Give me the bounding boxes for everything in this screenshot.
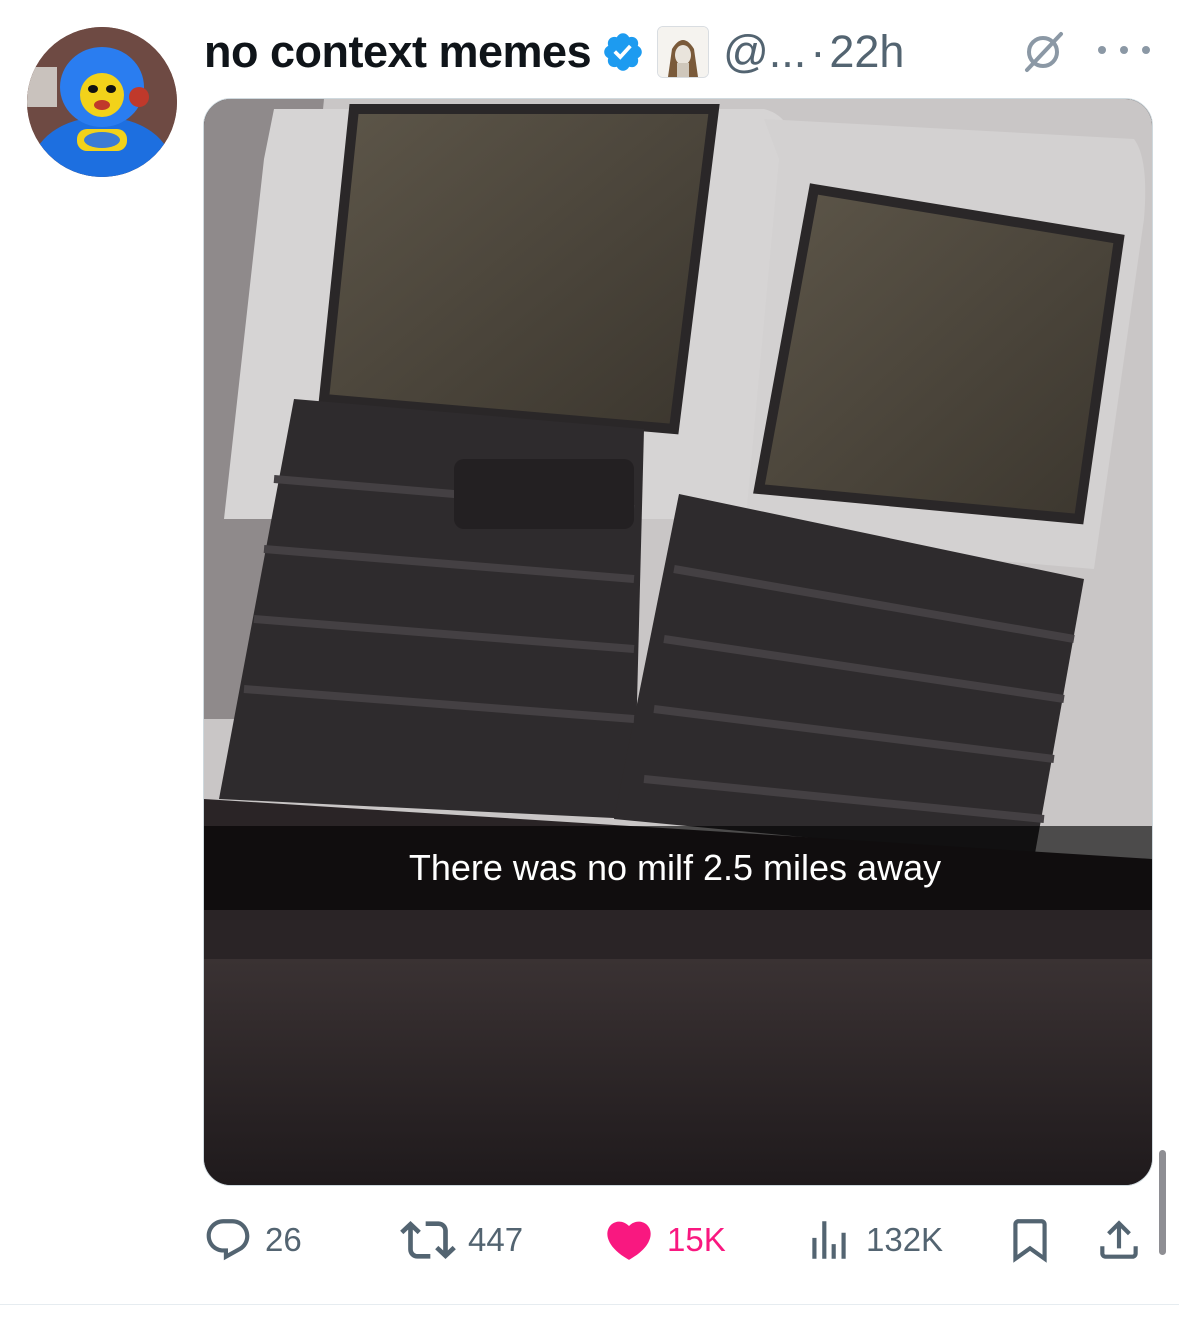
share-button[interactable]: [1094, 1200, 1144, 1280]
post-time[interactable]: 22h: [829, 26, 904, 78]
like-count: 15K: [667, 1221, 726, 1258]
bookmark-icon: [1013, 1219, 1047, 1263]
reply-button[interactable]: 26: [203, 1200, 302, 1280]
affiliate-badge-icon[interactable]: [657, 26, 710, 78]
tweet-header: no context memes @... · 22h: [204, 22, 904, 82]
verified-badge-icon[interactable]: [601, 30, 645, 74]
bookmark-button[interactable]: [1005, 1200, 1055, 1280]
repost-icon: [400, 1221, 456, 1259]
scrollbar[interactable]: [1159, 1150, 1166, 1255]
author-name[interactable]: no context memes: [204, 26, 592, 78]
reply-icon: [206, 1219, 250, 1261]
like-icon: [607, 1221, 651, 1260]
view-count: 132K: [866, 1221, 944, 1258]
avatar[interactable]: [27, 27, 177, 177]
views-button[interactable]: 132K: [804, 1200, 943, 1280]
more-icon[interactable]: [1098, 30, 1150, 70]
reply-count: 26: [265, 1221, 302, 1258]
image-caption: There was no milf 2.5 miles away: [408, 847, 942, 888]
share-icon: [1100, 1220, 1138, 1259]
views-icon: [812, 1221, 846, 1259]
author-handle[interactable]: @...: [723, 26, 806, 78]
repost-button[interactable]: 447: [400, 1200, 523, 1280]
post-image[interactable]: There was no milf 2.5 miles away: [203, 98, 1153, 1186]
action-bar: 26 447 15K 132K: [0, 1200, 1179, 1280]
grok-icon[interactable]: [1018, 27, 1068, 77]
divider: [0, 1304, 1179, 1305]
like-button[interactable]: 15K: [603, 1200, 726, 1280]
separator-dot: ·: [810, 26, 826, 77]
repost-count: 447: [468, 1221, 524, 1258]
caption-bar: There was no milf 2.5 miles away: [204, 826, 1152, 910]
